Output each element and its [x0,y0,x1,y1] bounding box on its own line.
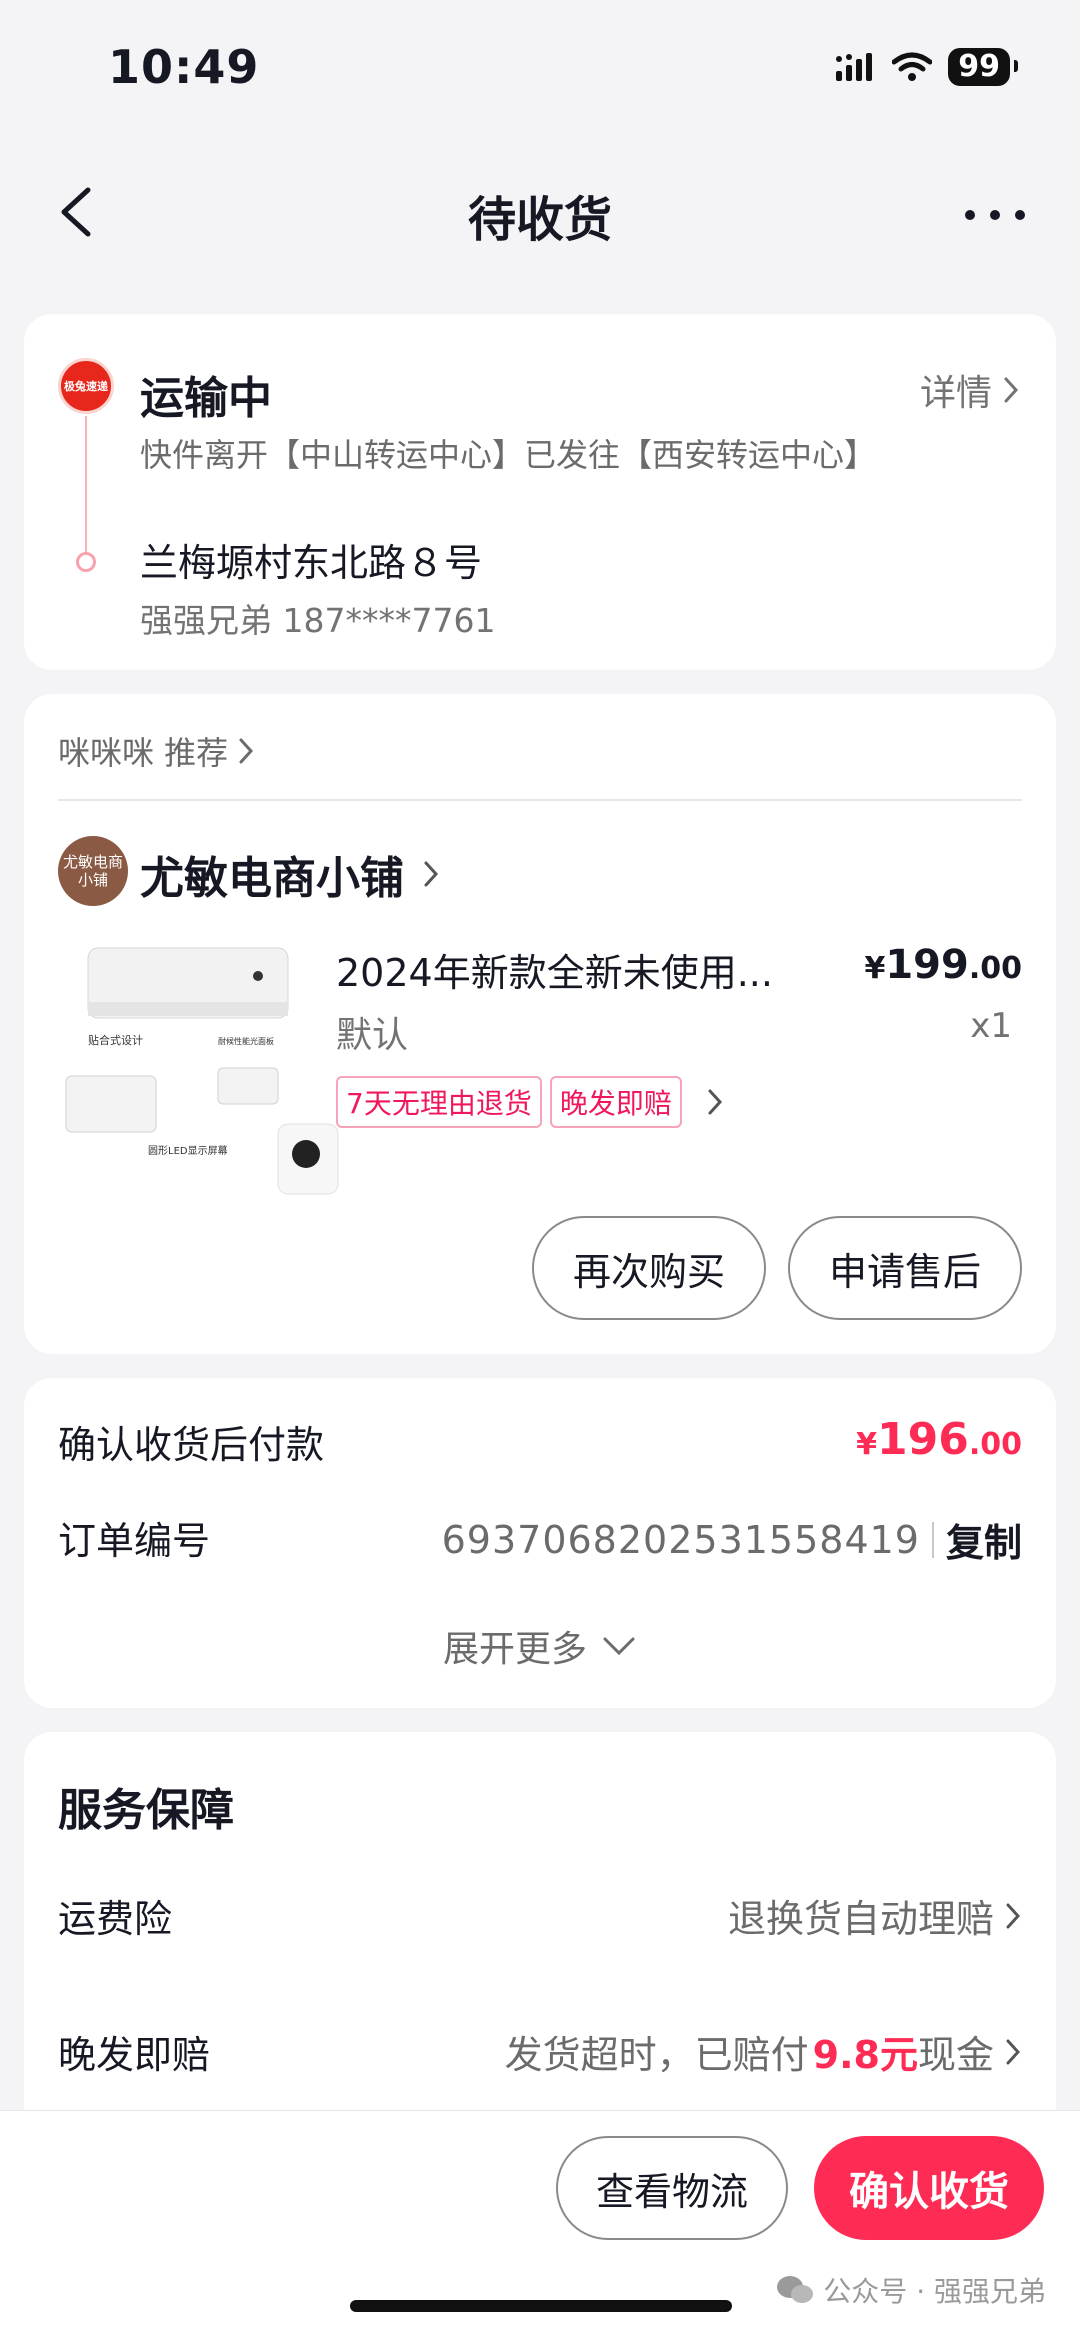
amount-dec: .00 [968,1427,1022,1462]
divider [58,799,1022,801]
amount-currency: ¥ [856,1427,877,1462]
order-number-row: 6937068202531558419 复制 [442,1512,1022,1567]
image-label-2: 耐候性能光面板 [218,1036,274,1046]
view-logistics-button[interactable]: 查看物流 [556,2136,788,2240]
shop-name: 尤敏电商小铺 [140,853,404,904]
recommend-link[interactable]: 咪咪咪 推荐 [58,728,254,774]
product-quantity: x1 [970,1006,1012,1046]
image-label-3: 圆形LED显示屏幕 [148,1144,228,1157]
watermark: 公众号 · 强强兄弟 [775,2270,1046,2310]
signal-icon [836,53,873,81]
chevron-right-icon [1006,1903,1021,1928]
air-conditioner-image: 贴合式设计 耐候性能光面板 圆形LED显示屏幕 [65,947,339,1195]
shop-name-link[interactable]: 尤敏电商小铺 [140,842,440,906]
order-number: 6937068202531558419 [441,1517,920,1562]
logistics-description: 快件离开【中山转运中心】已发往【西安转运中心】 [140,436,877,474]
image-label-1: 贴合式设计 [88,1033,143,1047]
amount-int: 196 [876,1414,969,1465]
logistics-status: 运输中 [140,373,272,424]
freight-insurance-row[interactable]: 退换货自动理赔 [728,1888,1022,1943]
page-title: 待收货 [467,192,612,248]
order-number-label: 订单编号 [58,1519,211,1563]
timeline-line [85,416,87,558]
price-dec: .00 [968,951,1022,986]
watermark-text: 公众号 · 强强兄弟 [823,2275,1046,2308]
tag-late-compensation: 晚发即赔 [549,1076,682,1128]
chevron-right-icon [239,738,254,764]
battery-icon: 99 [948,48,1018,86]
delivery-address: 兰梅塬村东北路８号 [140,541,483,585]
expand-label: 展开更多 [442,1629,587,1670]
product-price: ¥199.00 [864,942,1022,988]
late-compensation-suffix: 现金 [917,2033,994,2077]
rebuy-button[interactable]: 再次购买 [532,1216,766,1320]
tag-return: 7天无理由退货 [336,1076,542,1128]
product-image[interactable]: 贴合式设计 耐候性能光面板 圆形LED显示屏幕 [58,944,348,1204]
product-spec: 默认 [336,1015,409,1056]
freight-insurance-value: 退换货自动理赔 [727,1897,994,1941]
chevron-right-icon [708,1089,722,1115]
product-title[interactable]: 2024年新款全新未使用... [336,942,816,997]
chevron-right-icon [1006,2039,1021,2064]
chevron-right-icon [424,861,439,887]
logistics-detail-link[interactable]: 详情 [920,364,1020,416]
confirm-receipt-button[interactable]: 确认收货 [814,2136,1044,2240]
expand-more-button[interactable]: 展开更多 [24,1620,1056,1672]
late-compensation-amount: 9.8元 [812,2033,918,2077]
more-dots-icon [965,210,1025,220]
product-card: 咪咪咪 推荐 尤敏电商小铺 尤敏电商小铺 贴合式设计 耐候性能光面板 圆形LED… [24,694,1056,1354]
wifi-icon [892,52,933,81]
more-button[interactable] [960,190,1030,240]
shop-avatar[interactable]: 尤敏电商小铺 [58,836,128,906]
price-currency: ¥ [864,951,886,986]
service-title: 服务保障 [58,1785,234,1836]
wechat-icon [777,2276,814,2303]
separator [931,1521,934,1558]
recommend-label: 咪咪咪 推荐 [58,734,229,772]
home-indicator [350,2300,732,2312]
recipient-contact: 强强兄弟 187****7761 [140,601,496,640]
after-sale-button[interactable]: 申请售后 [788,1216,1022,1320]
price-int: 199 [885,942,969,988]
status-icons: 99 [836,48,1018,86]
payment-card: 确认收货后付款 ¥196.00 订单编号 6937068202531558419… [24,1378,1056,1708]
timeline-dot [76,552,96,572]
payment-label: 确认收货后付款 [58,1423,325,1467]
copy-button[interactable]: 复制 [946,1512,1022,1567]
detail-label: 详情 [919,373,992,414]
logistics-card[interactable]: 极兔速递 运输中 详情 快件离开【中山转运中心】已发往【西安转运中心】 兰梅塬村… [24,314,1056,670]
chevron-right-icon [1004,377,1019,403]
courier-logo: 极兔速递 [58,358,114,414]
chevron-down-icon [603,1637,635,1656]
payment-amount: ¥196.00 [856,1414,1022,1465]
service-tags[interactable]: 7天无理由退货 晚发即赔 [336,1076,728,1128]
freight-insurance-label: 运费险 [58,1897,173,1941]
late-compensation-row[interactable]: 发货超时，已赔付 9.8元 现金 [505,2024,1022,2079]
late-compensation-label: 晚发即赔 [58,2033,211,2077]
late-compensation-prefix: 发货超时，已赔付 [504,2033,809,2077]
status-time: 10:49 [108,40,260,94]
